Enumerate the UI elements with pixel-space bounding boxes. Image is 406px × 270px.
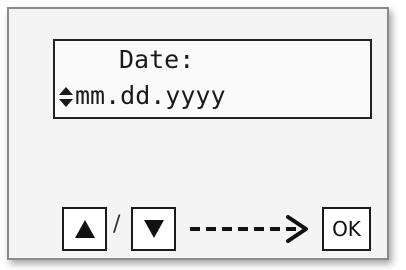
- ok-button[interactable]: OK: [322, 207, 371, 251]
- up-triangle-icon: [74, 220, 95, 238]
- up-down-arrows-icon: [59, 87, 73, 107]
- down-button[interactable]: [131, 207, 176, 251]
- date-label: Date:: [119, 45, 195, 74]
- up-button[interactable]: [62, 207, 107, 251]
- screen: Date: mm.dd.yyyy / OK: [0, 0, 406, 270]
- dashed-right-arrow-icon: [190, 215, 308, 243]
- separator-slash: /: [113, 212, 121, 237]
- lcd-display: Date: mm.dd.yyyy: [53, 39, 372, 119]
- ok-label: OK: [332, 217, 361, 241]
- down-triangle-icon: [143, 220, 164, 238]
- date-format-value: mm.dd.yyyy: [75, 81, 226, 110]
